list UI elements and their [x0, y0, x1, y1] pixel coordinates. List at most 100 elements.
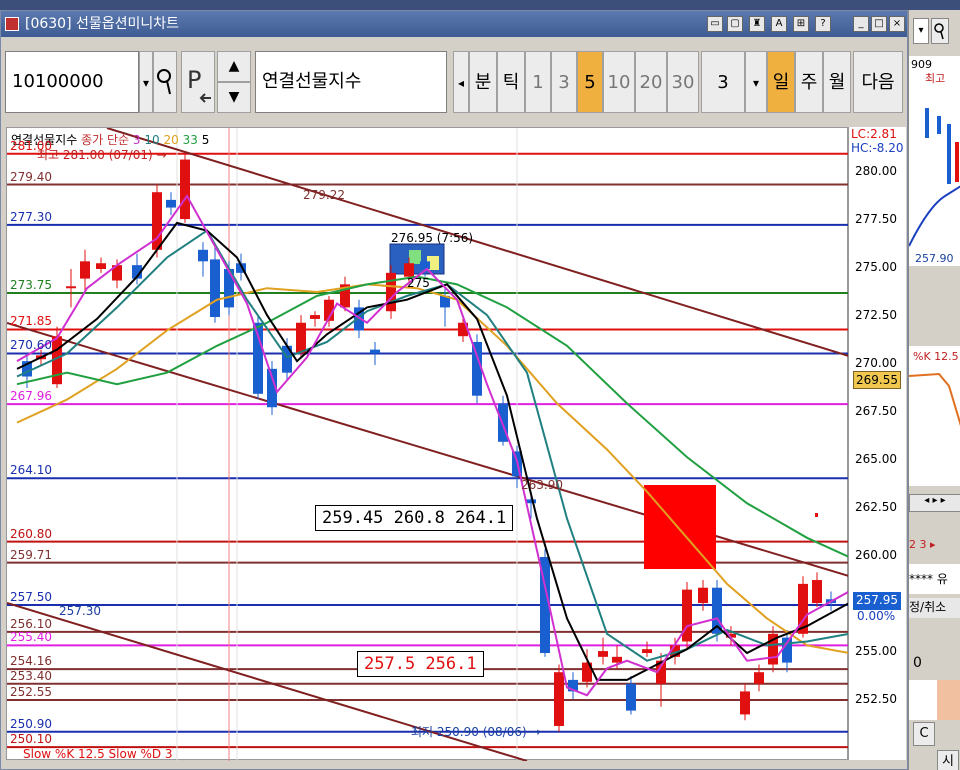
side-orange-bar	[909, 680, 960, 720]
candle-body	[598, 651, 608, 657]
help-icon[interactable]: ?	[815, 16, 831, 32]
last-price-tag: 257.95	[853, 592, 901, 610]
side-tabs[interactable]: 2 3 ▸	[909, 538, 960, 556]
side-c-button[interactable]: C	[913, 722, 935, 746]
font-icon[interactable]: A	[771, 16, 787, 32]
side-top-label: 최고	[925, 72, 946, 85]
candle-body	[96, 263, 106, 269]
spin-down-icon[interactable]: ▼	[217, 82, 251, 113]
period-button-4[interactable]: 5	[577, 51, 603, 113]
candle-body	[296, 322, 306, 354]
side-search-icon[interactable]	[931, 18, 949, 44]
maximize-button[interactable]: □	[871, 16, 887, 32]
tab-week[interactable]: 주	[795, 51, 823, 113]
search-icon[interactable]	[153, 51, 177, 113]
period-button-0[interactable]: 분	[469, 51, 497, 113]
code-dropdown-icon[interactable]: ▾	[139, 51, 153, 113]
level-label: 250.10	[10, 732, 52, 747]
legend-ma-33: 33	[182, 133, 198, 147]
side-candles	[909, 108, 960, 247]
candle-body	[554, 672, 564, 726]
candle-body	[180, 159, 190, 220]
side-toolbar: ▾	[909, 10, 960, 50]
window-icon[interactable]: ▢	[727, 16, 743, 32]
interval-select[interactable]: 3	[701, 51, 745, 113]
level-label: 252.55	[10, 685, 52, 700]
chart-canvas[interactable]: 연결선물지수 종가 단순 3 10 20 33 5 최고 281.00 (07/…	[6, 127, 850, 762]
period-button-6[interactable]: 20	[635, 51, 667, 113]
level-label: 255.40	[10, 630, 52, 645]
side-asterisks-row: **** 유	[909, 564, 960, 594]
low-note: 최저 250.90 (08/06) →	[411, 725, 541, 739]
legend-ma-20: 20	[163, 133, 179, 147]
minimize-button[interactable]: _	[853, 16, 869, 32]
candle-body	[386, 272, 396, 312]
side-yu: 유	[936, 572, 948, 586]
legend-ma-10: 10	[144, 133, 160, 147]
next-button[interactable]: 다음	[853, 51, 903, 113]
candle-body	[310, 315, 320, 319]
note-257: 257.30	[59, 604, 101, 618]
side-si-button[interactable]: 시	[937, 750, 959, 770]
period-button-2[interactable]: 1	[525, 51, 551, 113]
level-label: 277.30	[10, 209, 52, 224]
level-label: 253.40	[10, 668, 52, 683]
side-scroll[interactable]: ◂ ▸ ▸	[909, 494, 960, 512]
level-box-1: 259.45 260.8 264.1	[315, 505, 514, 531]
period-button-1[interactable]: 틱	[497, 51, 525, 113]
candle-body	[404, 263, 414, 277]
period-button-7[interactable]: 30	[667, 51, 699, 113]
highlight-box-red	[644, 485, 716, 569]
note-263: 263.90	[521, 478, 563, 492]
dot-marker	[815, 513, 818, 517]
note-279: 279.22	[303, 188, 345, 202]
spin-up-icon[interactable]: ▲	[217, 51, 251, 82]
ma10-line	[16, 229, 850, 662]
instrument-field[interactable]: 연결선물지수	[255, 51, 447, 113]
candle-body	[626, 683, 636, 711]
side-dropdown-icon[interactable]: ▾	[913, 18, 929, 44]
print-icon[interactable]: ♜	[749, 16, 765, 32]
interval-dropdown-icon[interactable]: ▾	[745, 51, 767, 113]
side-asterisks: ****	[909, 572, 933, 586]
high-note: 최고 281.00 (07/01) →	[37, 148, 167, 162]
grid-icon[interactable]: ⊞	[793, 16, 809, 32]
hc-label: HC:-8.20	[851, 141, 904, 155]
level-label: 254.16	[10, 654, 52, 669]
side-zero: 0	[913, 655, 922, 671]
pin-icon[interactable]: P	[181, 51, 215, 113]
tab-day[interactable]: 일	[767, 51, 795, 113]
candle-body	[66, 286, 76, 289]
side-k-label: %K 12.5	[913, 350, 959, 363]
candle-body	[754, 672, 764, 684]
top-strip	[0, 0, 960, 10]
last-change: 0.00%	[857, 609, 896, 623]
layout-icon[interactable]: ▭	[707, 16, 723, 32]
level-label: 256.10	[10, 616, 52, 631]
code-input[interactable]: 10100000	[5, 51, 139, 113]
tab-month[interactable]: 월	[823, 51, 851, 113]
close-button[interactable]: ×	[889, 16, 905, 32]
side-order-label[interactable]: 정/취소	[909, 598, 960, 618]
level-label: 271.85	[10, 314, 52, 329]
svg-text:P: P	[187, 66, 201, 94]
side-value-257: 257.90	[915, 252, 954, 265]
period-button-3[interactable]: 3	[551, 51, 577, 113]
stoch-label: Slow %K 12.5 Slow %D 3	[23, 747, 173, 761]
level-label: 281.00	[10, 138, 52, 153]
level-label: 267.96	[10, 389, 52, 404]
candle-body	[166, 199, 176, 208]
note-275: 275	[407, 276, 430, 290]
lc-label: LC:2.81	[851, 127, 897, 141]
candle-body	[526, 499, 536, 504]
level-label: 264.10	[10, 463, 52, 478]
level-label: 257.50	[10, 590, 52, 604]
level-label: 250.90	[10, 716, 52, 731]
prev-arrow-icon[interactable]: ◂	[453, 51, 469, 113]
title-bar[interactable]: [0630] 선물옵션미니차트 ▭ ▢ ♜ A ⊞ ? _ □ ×	[1, 11, 907, 37]
window-title: [0630] 선물옵션미니차트	[25, 16, 180, 32]
period-button-5[interactable]: 10	[603, 51, 635, 113]
level-box-2: 257.5 256.1	[357, 651, 484, 677]
level-label: 270.60	[10, 338, 52, 353]
candle-body	[642, 649, 652, 653]
